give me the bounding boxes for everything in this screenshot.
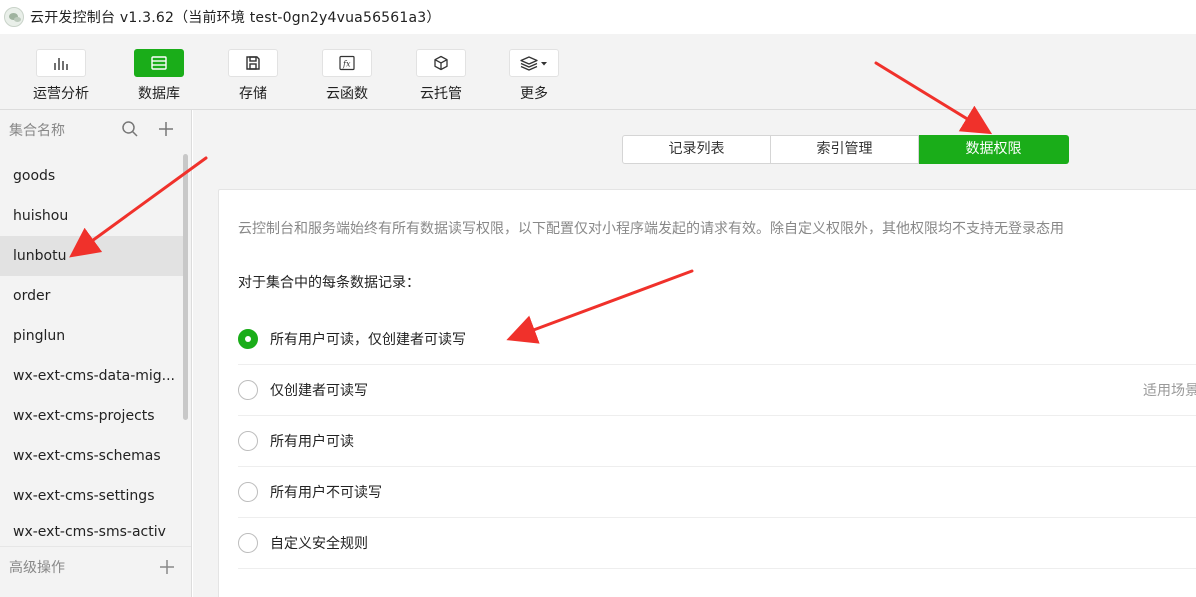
collection-item[interactable]: huishou [0,196,184,236]
permission-option-label: 所有用户不可读写 [270,485,382,501]
collection-item[interactable]: wx-ext-cms-sms-activ [0,516,184,538]
permission-option-hint: 适用场景 [1143,383,1196,399]
bar-chart-icon[interactable] [36,49,86,77]
function-icon[interactable]: fx [322,49,372,77]
toolbar-item-storage[interactable]: 存储 [218,49,288,103]
window-title: 云开发控制台 v1.3.62（当前环境 test-0gn2y4vua56561a… [30,10,441,26]
permission-option[interactable]: 所有用户不可读写 [238,467,1196,518]
radio-unchecked[interactable] [238,380,258,400]
toolbar-label: 云托管 [420,86,462,102]
toolbar-item-analytics[interactable]: 运营分析 [26,49,96,103]
permissions-description: 云控制台和服务端始终有所有数据读写权限，以下配置仅对小程序端发起的请求有效。除自… [238,221,1064,237]
sidebar-header: 集合名称 [0,110,191,150]
collection-item[interactable]: wx-ext-cms-projects [0,396,184,436]
toolbar-item-cloud-hosting[interactable]: 云托管 [406,49,476,103]
tab-bar: 记录列表 索引管理 数据权限 [622,135,1069,164]
toolbar-label: 运营分析 [33,86,89,102]
permission-option-label: 所有用户可读，仅创建者可读写 [270,332,466,348]
radio-unchecked[interactable] [238,533,258,553]
main-content: 记录列表 索引管理 数据权限 云控制台和服务端始终有所有数据读写权限，以下配置仅… [193,110,1196,597]
tab-records[interactable]: 记录列表 [622,135,771,164]
toolbar-label: 数据库 [138,86,180,102]
title-bar: 云开发控制台 v1.3.62（当前环境 test-0gn2y4vua56561a… [0,0,1196,34]
radio-unchecked[interactable] [238,482,258,502]
collection-name-heading: 集合名称 [9,123,65,139]
radio-checked[interactable] [238,329,258,349]
tab-index-management[interactable]: 索引管理 [771,135,919,164]
collection-item-selected[interactable]: lunbotu [0,236,184,276]
toolbar-item-more[interactable]: 更多 [499,49,569,103]
permission-option[interactable]: 仅创建者可读写 适用场景 [238,365,1196,416]
permission-option-label: 自定义安全规则 [270,536,368,552]
add-collection-icon[interactable] [157,120,175,142]
permission-option[interactable]: 所有用户可读，仅创建者可读写 [238,314,1196,365]
permission-option-label: 仅创建者可读写 [270,383,368,399]
tab-data-permissions[interactable]: 数据权限 [919,135,1069,164]
storage-icon[interactable] [228,49,278,77]
svg-text:fx: fx [342,60,351,69]
layers-icon[interactable] [509,49,559,77]
cube-icon[interactable] [416,49,466,77]
sidebar-scrollbar[interactable] [183,154,188,420]
toolbar-label: 更多 [520,86,548,102]
permissions-panel: 云控制台和服务端始终有所有数据读写权限，以下配置仅对小程序端发起的请求有效。除自… [218,189,1196,597]
collection-item[interactable]: wx-ext-cms-schemas [0,436,184,476]
collection-list: goods huishou lunbotu order pinglun wx-e… [0,156,184,538]
permission-options: 所有用户可读，仅创建者可读写 仅创建者可读写 适用场景 所有用户可读 所有用户不… [238,314,1196,569]
collection-item[interactable]: wx-ext-cms-settings [0,476,184,516]
advanced-operations-heading: 高级操作 [9,559,65,576]
main-toolbar: 运营分析 数据库 存储 fx 云函数 云托管 更多 [0,34,1196,110]
sidebar-footer: 高级操作 [0,546,191,586]
collection-sidebar: 集合名称 goods huishou lunbotu order pinglun… [0,110,192,597]
permissions-subheading: 对于集合中的每条数据记录： [238,275,420,291]
toolbar-item-cloud-function[interactable]: fx 云函数 [312,49,382,103]
collection-item[interactable]: goods [0,156,184,196]
toolbar-label: 云函数 [326,86,368,102]
add-operation-icon[interactable] [159,559,175,579]
collection-item[interactable]: order [0,276,184,316]
search-icon[interactable] [121,120,139,142]
collection-item[interactable]: pinglun [0,316,184,356]
radio-unchecked[interactable] [238,431,258,451]
database-icon[interactable] [134,49,184,77]
toolbar-item-database[interactable]: 数据库 [124,49,194,103]
collection-item[interactable]: wx-ext-cms-data-mig... [0,356,184,396]
permission-option[interactable]: 所有用户可读 [238,416,1196,467]
permission-option[interactable]: 自定义安全规则 [238,518,1196,569]
permission-option-label: 所有用户可读 [270,434,354,450]
app-logo-icon [4,7,24,27]
toolbar-label: 存储 [239,86,267,102]
